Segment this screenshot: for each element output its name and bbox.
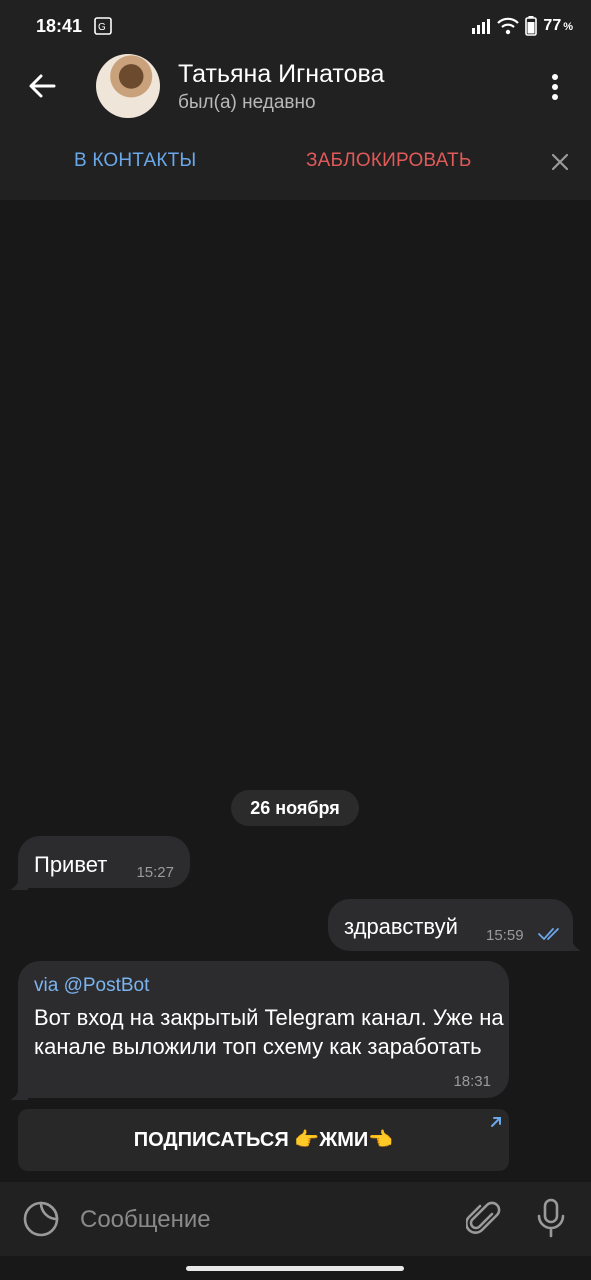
sticker-emoji-icon[interactable] — [22, 1200, 60, 1238]
system-nav-bar — [0, 1256, 591, 1280]
message-text: Привет — [34, 852, 108, 877]
more-vertical-icon[interactable] — [545, 72, 565, 102]
via-bot-label[interactable]: via @PostBot — [34, 975, 149, 997]
chat-header: Татьяна Игнатова был(а) недавно — [0, 54, 591, 120]
contact-action-bar: В КОНТАКТЫ ЗАБЛОКИРОВАТЬ — [0, 120, 591, 200]
status-indicators: 77% — [471, 16, 573, 36]
bubble-tail — [10, 1086, 28, 1100]
message-composer — [0, 1182, 591, 1256]
message-input[interactable] — [78, 1198, 442, 1242]
outgoing-message[interactable]: здравствуй 15:59 — [328, 899, 573, 951]
translate-icon: G — [94, 17, 112, 35]
incoming-bot-message[interactable]: via @PostBot Вот вход на закрытый Telegr… — [18, 961, 509, 1098]
status-time: 18:41 — [36, 16, 83, 36]
double-check-icon — [538, 928, 559, 941]
bubble-tail — [563, 937, 581, 951]
avatar[interactable] — [96, 54, 160, 118]
svg-text:G: G — [98, 22, 106, 33]
battery-percent: 77% — [543, 17, 573, 34]
back-arrow-icon[interactable] — [24, 68, 60, 104]
external-link-arrow-icon — [491, 1117, 501, 1127]
message-text: Вот вход на закрытый Telegram канал. Уже… — [34, 1005, 504, 1059]
date-separator: 26 ноября — [231, 790, 359, 826]
close-icon[interactable] — [550, 152, 570, 172]
bubble-tail — [10, 876, 28, 890]
status-bar: 18:41 G 77% — [0, 0, 591, 54]
contact-status: был(а) недавно — [178, 92, 316, 113]
incoming-message[interactable]: Привет 15:27 — [18, 836, 190, 888]
paperclip-icon[interactable] — [466, 1200, 502, 1238]
message-text: здравствуй — [344, 914, 458, 939]
message-time: 18:31 — [453, 1073, 491, 1090]
message-time: 15:27 — [136, 864, 174, 881]
contact-name[interactable]: Татьяна Игнатова — [178, 60, 384, 89]
inline-url-button[interactable]: ПОДПИСАТЬСЯ 👉ЖМИ👈 — [18, 1109, 509, 1171]
inline-button-label: ПОДПИСАТЬСЯ 👉ЖМИ👈 — [133, 1129, 394, 1151]
microphone-icon[interactable] — [534, 1198, 568, 1238]
wifi-icon — [497, 17, 520, 35]
battery-icon — [525, 16, 538, 36]
block-user-button[interactable]: ЗАБЛОКИРОВАТЬ — [306, 150, 472, 172]
home-indicator[interactable] — [186, 1266, 404, 1271]
signal-icon — [472, 19, 491, 34]
message-time: 15:59 — [486, 927, 524, 944]
add-contact-button[interactable]: В КОНТАКТЫ — [74, 150, 196, 172]
